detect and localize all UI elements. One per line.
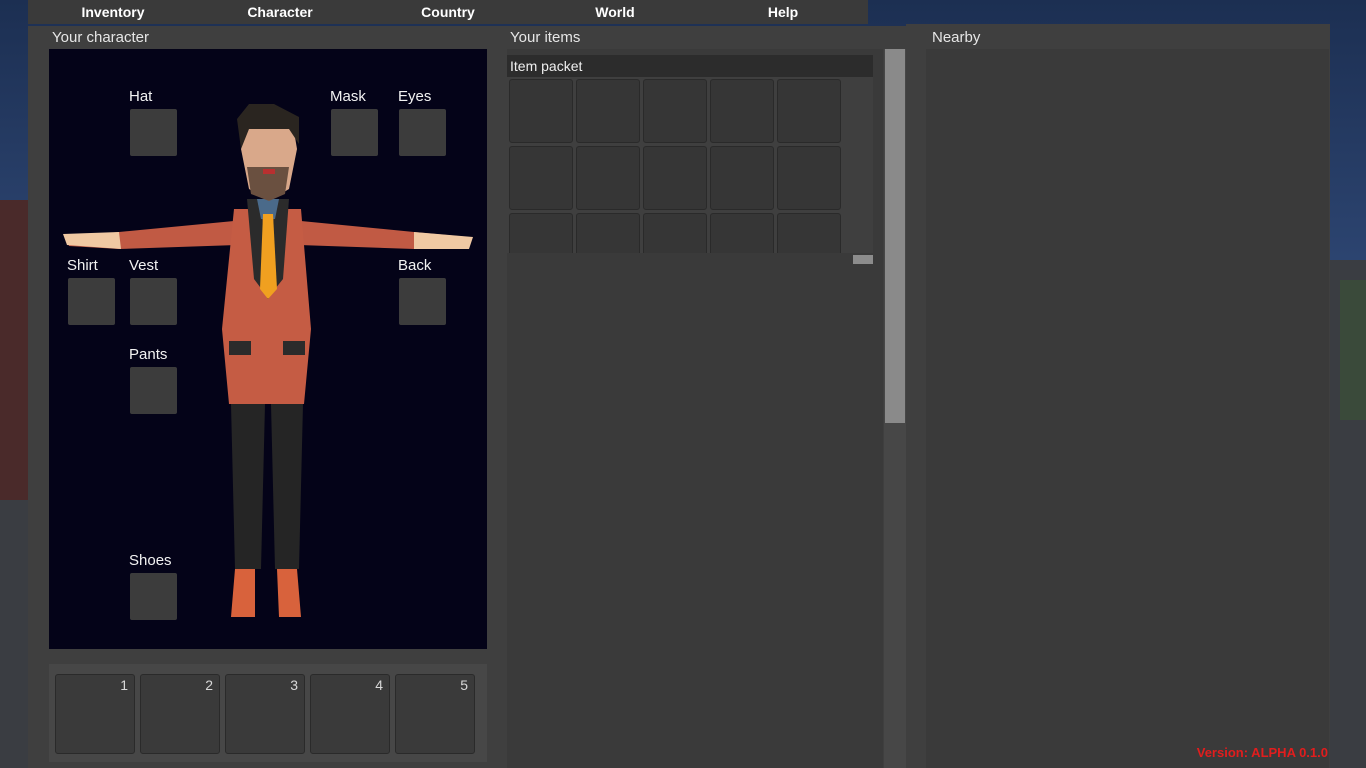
item-packet-resize-handle[interactable]	[853, 255, 873, 264]
pants-slot-label: Pants	[129, 346, 168, 363]
items-panel-title: Your items	[510, 29, 581, 46]
inventory-slot[interactable]	[576, 146, 640, 210]
hotbar-slot-1[interactable]: 1	[55, 674, 135, 754]
item-packet-header: Item packet	[507, 55, 873, 77]
top-menu: Inventory Character Country World Help	[28, 0, 868, 24]
character-panel-title: Your character	[52, 29, 150, 46]
nearby-panel-title: Nearby	[932, 29, 981, 46]
eyes-slot[interactable]	[399, 109, 446, 156]
inventory-slot[interactable]	[643, 79, 707, 143]
inventory-slot[interactable]	[710, 146, 774, 210]
building-left	[0, 200, 30, 500]
version-label: Version: ALPHA 0.1.0	[1196, 745, 1328, 760]
pants-slot[interactable]	[130, 367, 177, 414]
item-packet-grid	[507, 77, 873, 253]
hotbar-slot-number: 1	[120, 677, 128, 693]
tab-world[interactable]: World	[530, 0, 700, 24]
shirt-slot[interactable]	[68, 278, 115, 325]
tab-help[interactable]: Help	[698, 0, 868, 24]
back-slot-label: Back	[398, 257, 432, 274]
vest-slot-label: Vest	[129, 257, 159, 274]
shoes-slot-label: Shoes	[129, 552, 172, 569]
hat-slot[interactable]	[130, 109, 177, 156]
inventory-slot[interactable]	[710, 79, 774, 143]
eyes-slot-label: Eyes	[398, 88, 432, 105]
vest-slot[interactable]	[130, 278, 177, 325]
hotbar-slot-5[interactable]: 5	[395, 674, 475, 754]
inventory-slot[interactable]	[643, 146, 707, 210]
nearby-items-area	[926, 49, 1329, 768]
inventory-slot[interactable]	[509, 79, 573, 143]
hat-slot-label: Hat	[129, 88, 153, 105]
items-scrollbar-thumb[interactable]	[885, 49, 905, 423]
hotbar-slot-4[interactable]: 4	[310, 674, 390, 754]
mask-slot[interactable]	[331, 109, 378, 156]
hotbar-slot-2[interactable]: 2	[140, 674, 220, 754]
inventory-slot[interactable]	[643, 213, 707, 253]
back-slot[interactable]	[399, 278, 446, 325]
shoes-slot[interactable]	[130, 573, 177, 620]
inventory-slot[interactable]	[710, 213, 774, 253]
inventory-slot[interactable]	[509, 146, 573, 210]
inventory-slot[interactable]	[576, 213, 640, 253]
hotbar-slot-number: 2	[205, 677, 213, 693]
hotbar-slot-3[interactable]: 3	[225, 674, 305, 754]
item-packet-title: Item packet	[510, 58, 583, 74]
hotbar: 1 2 3 4 5	[49, 664, 487, 762]
tab-character[interactable]: Character	[195, 0, 365, 24]
shirt-slot-label: Shirt	[67, 257, 98, 274]
tab-country[interactable]: Country	[363, 0, 533, 24]
hotbar-slot-number: 4	[375, 677, 383, 693]
hotbar-slot-number: 3	[290, 677, 298, 693]
inventory-slot[interactable]	[509, 213, 573, 253]
inventory-slot[interactable]	[777, 79, 841, 143]
hotbar-slot-number: 5	[460, 677, 468, 693]
tab-inventory[interactable]: Inventory	[28, 0, 198, 24]
building-right	[1340, 280, 1366, 420]
inventory-slot[interactable]	[777, 146, 841, 210]
inventory-slot[interactable]	[576, 79, 640, 143]
mask-slot-label: Mask	[330, 88, 366, 105]
inventory-slot[interactable]	[777, 213, 841, 253]
